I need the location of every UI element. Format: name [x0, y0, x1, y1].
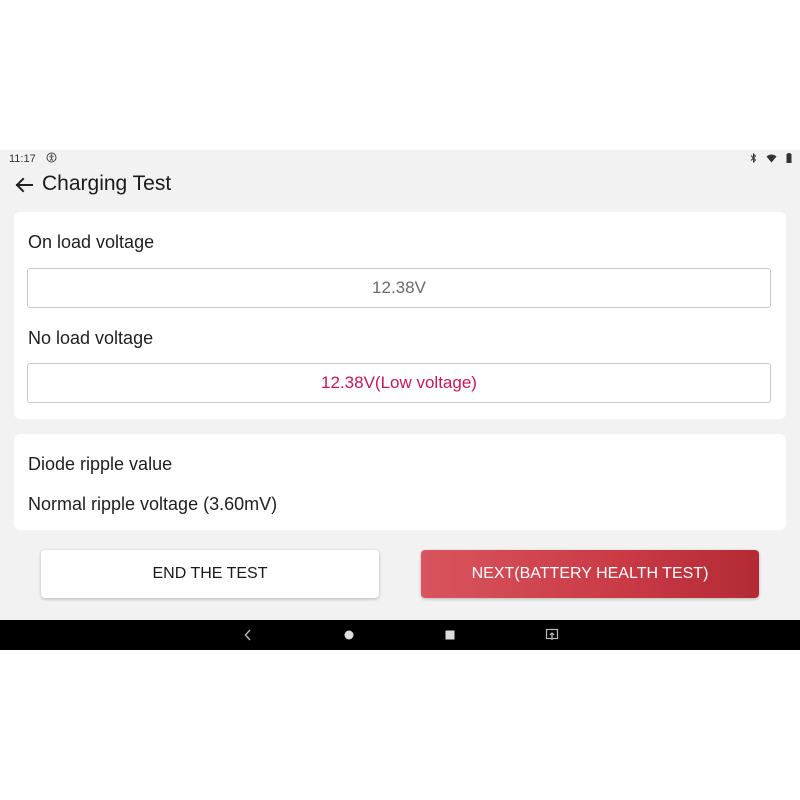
end-test-button[interactable]: END THE TEST	[41, 550, 379, 598]
bluetooth-icon	[750, 153, 757, 163]
arrow-left-icon[interactable]	[12, 172, 38, 198]
status-bar: 11:17	[0, 150, 800, 168]
screenshot-icon[interactable]	[544, 627, 560, 643]
accessibility-icon	[46, 152, 57, 163]
app-screen: 11:17 Charging Test On load voltage 12.3…	[0, 150, 800, 650]
voltage-card: On load voltage 12.38V No load voltage 1…	[14, 212, 786, 419]
navigation-bar	[0, 620, 800, 650]
back-icon[interactable]	[240, 627, 256, 643]
home-icon[interactable]	[341, 627, 357, 643]
no-load-voltage-field: 12.38V(Low voltage)	[27, 363, 771, 403]
next-battery-health-test-button[interactable]: NEXT(BATTERY HEALTH TEST)	[421, 550, 759, 598]
page-title: Charging Test	[42, 172, 172, 195]
diode-ripple-value: Normal ripple voltage (3.60mV)	[28, 494, 278, 514]
app-bar: Charging Test	[0, 170, 800, 200]
on-load-voltage-value: 12.38V	[372, 278, 426, 297]
on-load-voltage-label: On load voltage	[28, 232, 155, 252]
wifi-icon	[766, 154, 777, 163]
battery-icon	[786, 153, 792, 163]
no-load-voltage-label: No load voltage	[28, 328, 154, 348]
recents-icon[interactable]	[442, 627, 458, 643]
status-icons	[750, 153, 792, 163]
no-load-voltage-value: 12.38V(Low voltage)	[321, 373, 477, 392]
diode-ripple-label: Diode ripple value	[28, 454, 173, 474]
ripple-card: Diode ripple value Normal ripple voltage…	[14, 434, 786, 530]
on-load-voltage-field: 12.38V	[27, 268, 771, 308]
status-time: 11:17	[9, 153, 36, 165]
